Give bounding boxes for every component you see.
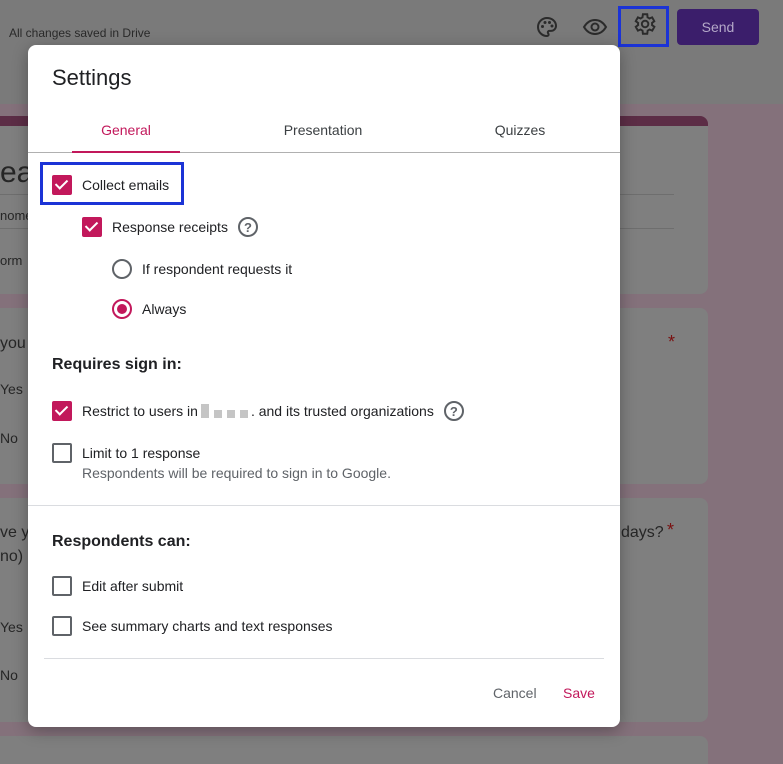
option-text: No: [0, 667, 18, 683]
save-status: All changes saved in Drive: [9, 26, 151, 40]
cancel-button[interactable]: Cancel: [493, 685, 537, 701]
respondents-can-heading: Respondents can:: [52, 533, 191, 550]
edit-after-submit-label: Edit after submit: [82, 578, 184, 594]
receipt-option-always[interactable]: Always: [112, 299, 186, 319]
collect-emails-label: Collect emails: [82, 177, 170, 193]
radio-button[interactable]: [112, 299, 132, 319]
question-text: no): [0, 548, 24, 565]
response-receipts-checkbox[interactable]: [82, 217, 102, 237]
limit-response-note: Respondents will be required to sign in …: [82, 465, 391, 481]
question-text: days?: [621, 524, 664, 541]
footer-divider: [44, 658, 604, 659]
collect-emails-checkbox[interactable]: [52, 175, 72, 195]
requires-sign-in-heading: Requires sign in:: [52, 356, 182, 373]
limit-response-option[interactable]: Limit to 1 response: [52, 443, 200, 463]
option-text: No: [0, 430, 18, 446]
palette-icon[interactable]: [532, 12, 562, 42]
tab-presentation[interactable]: Presentation: [225, 122, 421, 138]
redacted-domain: [200, 404, 248, 418]
settings-dialog: Settings General Presentation Quizzes Co…: [28, 45, 620, 727]
limit-response-label: Limit to 1 response: [82, 445, 201, 461]
help-icon[interactable]: ?: [443, 401, 464, 421]
summary-charts-label: See summary charts and text responses: [82, 618, 333, 634]
section-divider: [28, 505, 620, 506]
radio-label: If respondent requests it: [142, 261, 293, 277]
response-receipts-option[interactable]: Response receipts ?: [82, 217, 258, 237]
tab-quizzes[interactable]: Quizzes: [422, 122, 618, 138]
restrict-users-label-end: . and its trusted organizations: [250, 403, 434, 419]
restrict-users-checkbox[interactable]: [52, 401, 72, 421]
save-button[interactable]: Save: [563, 685, 595, 701]
active-tab-indicator: [72, 151, 180, 153]
required-mark: *: [667, 520, 675, 540]
restrict-users-label-start: Restrict to users in: [82, 403, 198, 419]
summary-charts-checkbox[interactable]: [52, 616, 72, 636]
edit-after-submit-checkbox[interactable]: [52, 576, 72, 596]
limit-response-checkbox[interactable]: [52, 443, 72, 463]
restrict-users-option[interactable]: Restrict to users in . and its trusted o…: [52, 401, 464, 421]
radio-button[interactable]: [112, 259, 132, 279]
option-text: Yes: [0, 381, 23, 397]
option-text: Yes: [0, 619, 23, 635]
dialog-title: Settings: [52, 65, 132, 90]
help-icon[interactable]: ?: [237, 217, 258, 237]
eye-icon[interactable]: [580, 12, 610, 42]
question-text: you: [0, 335, 26, 352]
summary-charts-option[interactable]: See summary charts and text responses: [52, 616, 333, 636]
send-button[interactable]: Send: [677, 9, 759, 45]
response-receipts-label: Response receipts: [112, 219, 228, 235]
settings-button[interactable]: [618, 6, 669, 47]
tab-general[interactable]: General: [28, 122, 224, 138]
receipt-option-requests[interactable]: If respondent requests it: [112, 259, 292, 279]
question-card: [0, 736, 708, 764]
collect-emails-option[interactable]: Collect emails: [52, 175, 169, 195]
required-mark: *: [668, 332, 676, 352]
edit-after-submit-option[interactable]: Edit after submit: [52, 576, 183, 596]
radio-label: Always: [142, 301, 187, 317]
question-text: ve y: [0, 524, 30, 541]
gear-icon: [631, 11, 657, 42]
form-text-fragment: orm: [0, 253, 23, 268]
